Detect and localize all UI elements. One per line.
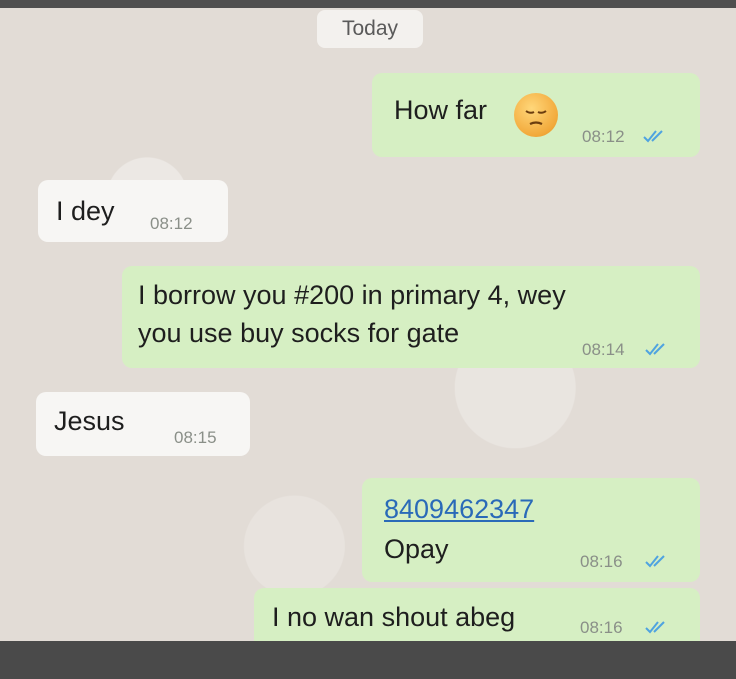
read-receipt-icon — [645, 621, 665, 634]
message-text: I dey — [56, 196, 115, 226]
top-edge — [0, 0, 736, 8]
message-time: 08:16 — [580, 618, 623, 637]
message-bubble-outgoing[interactable]: How far 08:12 — [372, 73, 700, 157]
message-text: How far — [394, 95, 488, 125]
account-number-link[interactable]: 8409462347 — [384, 494, 534, 525]
message-text: Jesus — [54, 406, 125, 436]
message-bubble-incoming[interactable]: Jesus 08:15 — [36, 392, 250, 456]
date-separator: Today — [317, 10, 423, 48]
message-text: Opay — [384, 534, 449, 564]
read-receipt-icon — [643, 130, 663, 143]
message-time: 08:12 — [150, 214, 193, 233]
message-text: I no wan shout abeg — [272, 602, 516, 632]
message-time: 08:14 — [582, 340, 625, 359]
message-bubble-outgoing[interactable]: I no wan shout abeg 08:16 — [254, 588, 700, 641]
message-bubble-outgoing[interactable]: 8409462347 Opay 08:16 — [362, 478, 700, 582]
message-time: 08:12 — [582, 127, 625, 146]
message-text-line: I borrow you #200 in primary 4, wey — [138, 280, 566, 310]
message-text-line: you use buy socks for gate — [138, 318, 460, 348]
pensive-face-emoji-icon — [514, 93, 558, 137]
read-receipt-icon — [645, 343, 665, 356]
message-time: 08:15 — [174, 428, 217, 447]
message-bubble-incoming[interactable]: I dey 08:12 — [38, 180, 228, 242]
message-time: 08:16 — [580, 552, 623, 571]
bottom-edge — [0, 641, 736, 679]
message-bubble-outgoing[interactable]: I borrow you #200 in primary 4, wey you … — [122, 266, 700, 368]
read-receipt-icon — [645, 555, 665, 568]
